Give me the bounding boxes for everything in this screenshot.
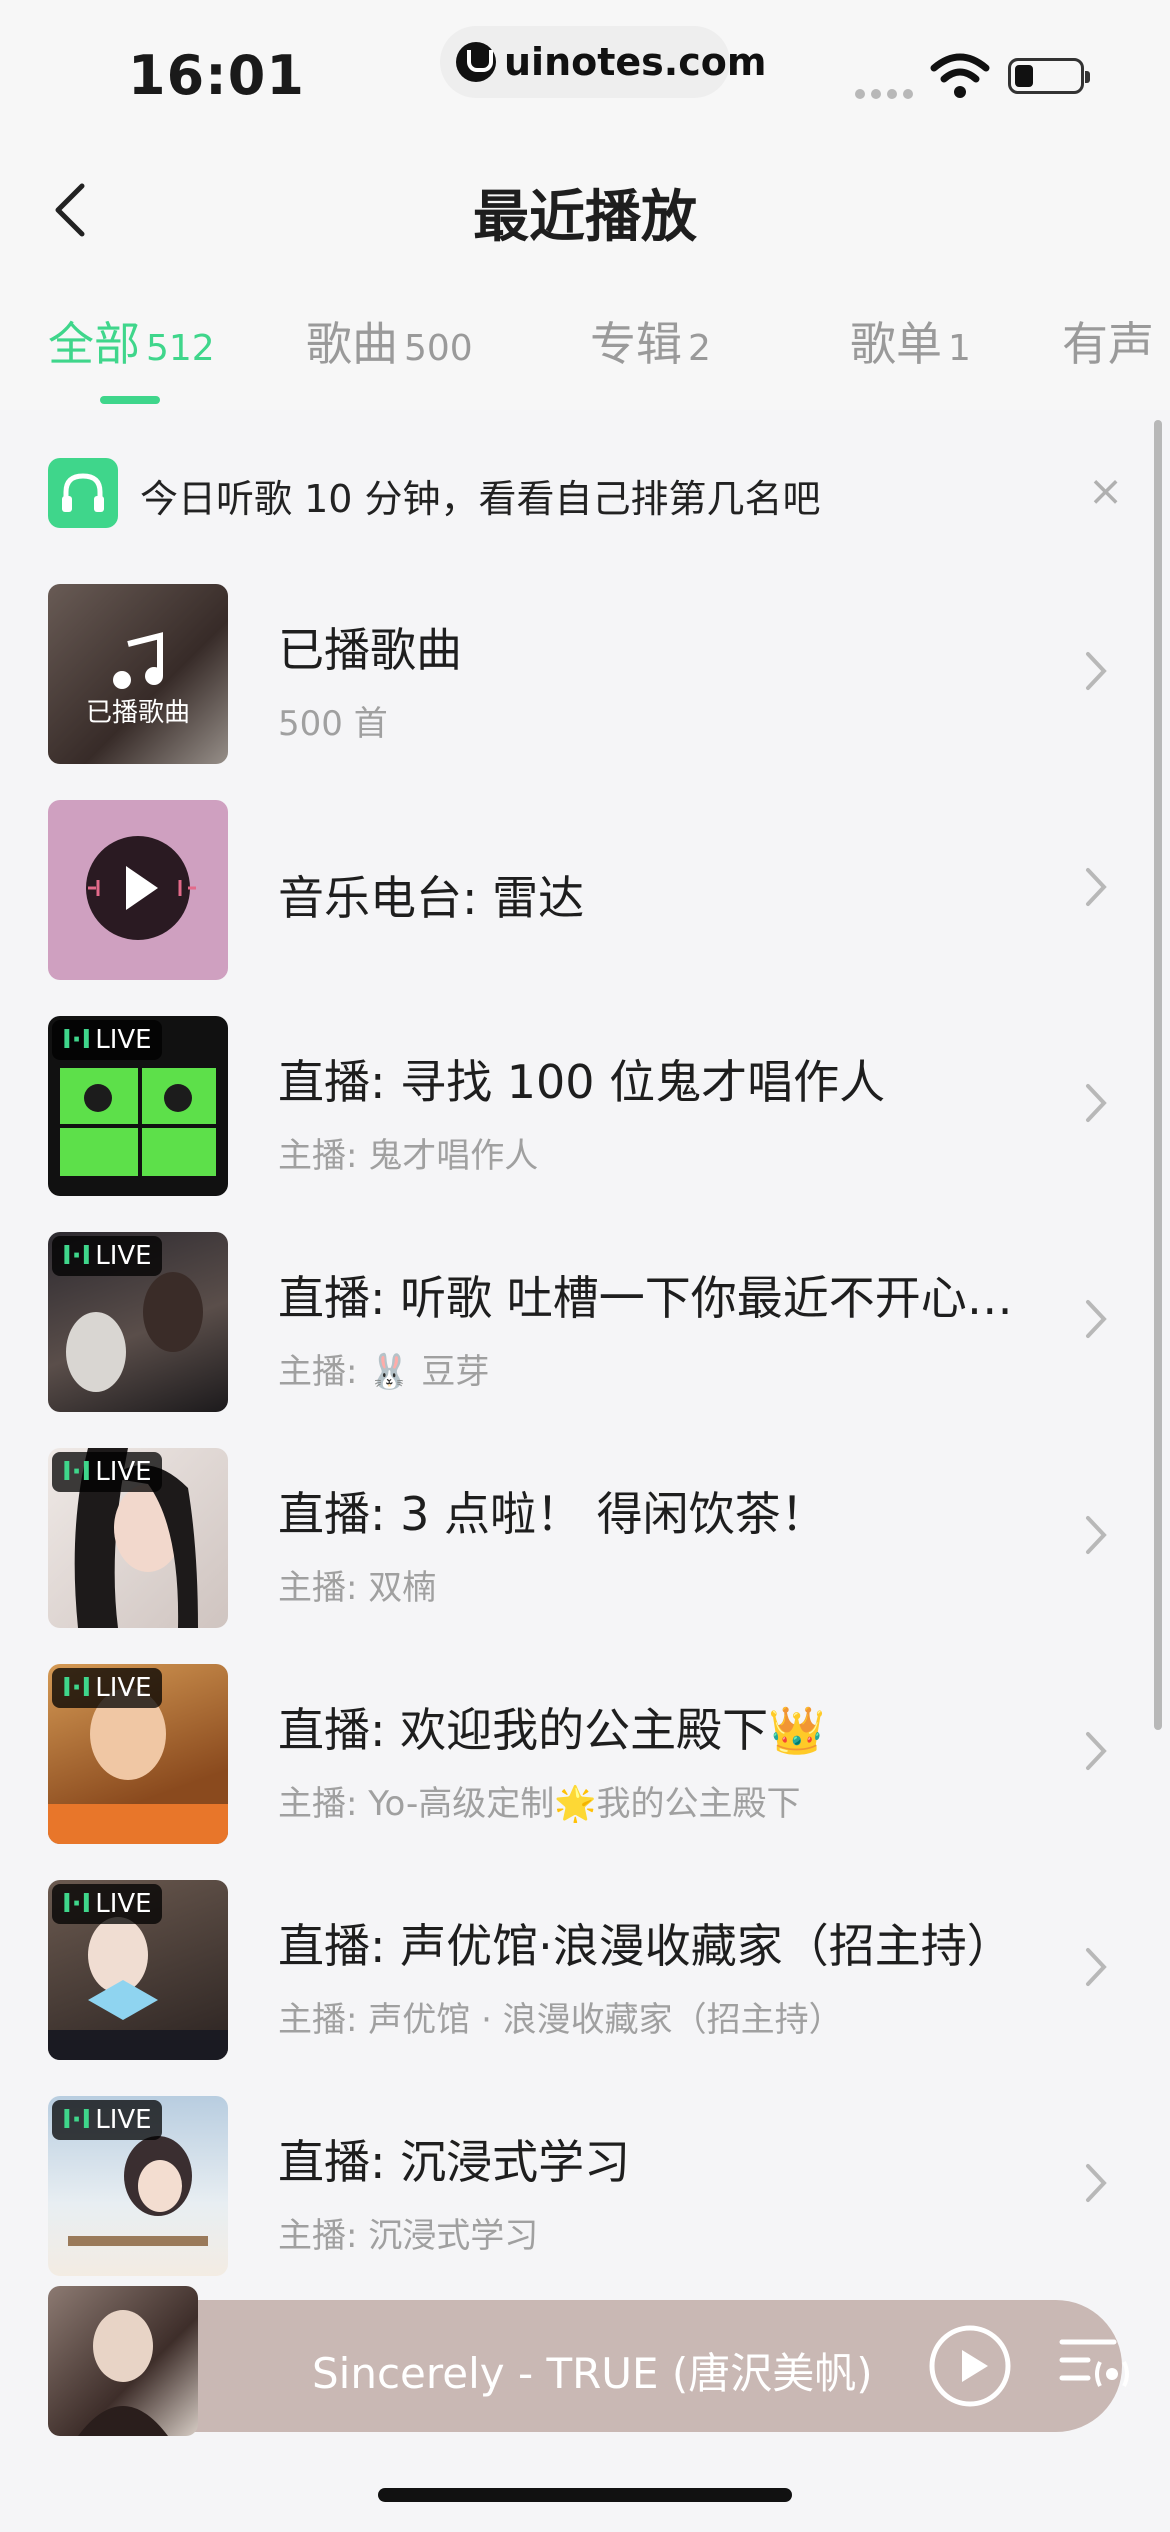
list-item[interactable]: I·I LIVE 直播: 听歌 吐槽一下你最近不开心… 主播: 🐰 豆芽 xyxy=(48,1232,1128,1412)
live-badge-text: LIVE xyxy=(95,1673,152,1703)
live-cover: I·I LIVE xyxy=(48,1448,228,1628)
live-badge: I·I LIVE xyxy=(52,1236,162,1276)
chevron-right-icon xyxy=(1086,1732,1107,1770)
play-icon[interactable] xyxy=(928,2324,1012,2408)
live-badge-text: LIVE xyxy=(95,2105,152,2135)
live-badge-text: LIVE xyxy=(95,1025,152,1055)
live-badge: I·I LIVE xyxy=(52,1020,162,1060)
cover-label: 已播歌曲 xyxy=(85,698,190,728)
playlist-queue-icon[interactable] xyxy=(1058,2330,1134,2402)
list-item-subtitle: 主播: 🐰 豆芽 xyxy=(278,1352,490,1392)
tab-count: 2 xyxy=(688,328,711,369)
home-indicator xyxy=(378,2488,792,2502)
tab-count: 500 xyxy=(404,328,473,369)
status-time: 16:01 xyxy=(128,44,305,107)
chevron-right-icon xyxy=(1086,1516,1107,1554)
live-badge: I·I LIVE xyxy=(52,1452,162,1492)
list-item-title: 音乐电台: 雷达 xyxy=(278,871,585,925)
live-badge: I·I LIVE xyxy=(52,1884,162,1924)
player-bar[interactable]: Sincerely - TRUE (唐沢美帆) xyxy=(108,2300,1129,2432)
url-text: uinotes.com xyxy=(504,40,767,84)
live-badge-text: LIVE xyxy=(95,1889,152,1919)
battery-icon xyxy=(1008,58,1090,94)
list-item-subtitle: 主播: 沉浸式学习 xyxy=(278,2216,539,2256)
list-item-title: 直播: 沉浸式学习 xyxy=(278,2135,631,2189)
chevron-right-icon xyxy=(1086,1948,1107,1986)
list-item-subtitle: 主播: 鬼才唱作人 xyxy=(278,1136,539,1176)
list-item-title: 直播: 声优馆·浪漫收藏家（招主持） xyxy=(278,1919,1013,1973)
tab-label: 专辑 xyxy=(590,317,682,371)
list-item[interactable]: I·I LIVE 直播: 3 点啦！ 得闲饮茶！ 主播: 双楠 xyxy=(48,1448,1128,1628)
live-cover: I·I LIVE xyxy=(48,1664,228,1844)
chevron-right-icon xyxy=(1086,1300,1107,1338)
list-item-title: 已播歌曲 xyxy=(278,623,462,677)
live-badge: I·I LIVE xyxy=(52,2100,162,2140)
chevron-right-icon xyxy=(1086,868,1107,906)
list-item[interactable]: 音乐电台: 雷达 xyxy=(48,800,1128,980)
tab-bar: 全部 512 歌曲 500 专辑 2 歌单 1 有声 xyxy=(0,290,1170,410)
player-song-title: Sincerely - TRUE (唐沢美帆) xyxy=(312,2349,873,2398)
live-badge-text: LIVE xyxy=(95,1457,152,1487)
tab-indicator xyxy=(100,396,160,404)
scrollbar[interactable] xyxy=(1154,420,1162,1730)
played-songs-cover: 已播歌曲 xyxy=(48,584,228,764)
chevron-right-icon xyxy=(1086,2164,1107,2202)
tab-label: 歌单 xyxy=(850,317,942,371)
list-item-title: 直播: 3 点啦！ 得闲饮茶！ xyxy=(278,1487,827,1541)
tab-songs[interactable]: 歌曲 500 xyxy=(306,308,473,374)
list-item-subtitle: 主播: Yo-高级定制🌟我的公主殿下 xyxy=(278,1784,801,1824)
banner-text: 今日听歌 10 分钟，看看自己排第几名吧 xyxy=(140,477,821,521)
list-item-subtitle: 主播: 声优馆 · 浪漫收藏家（招主持） xyxy=(278,2000,843,2040)
nav-bar: 最近播放 xyxy=(0,130,1170,290)
tab-label: 歌曲 xyxy=(306,317,398,371)
url-pill[interactable]: uinotes.com xyxy=(440,26,766,98)
status-bar: 16:01 uinotes.com xyxy=(0,0,1170,130)
list-item[interactable]: I·I LIVE 直播: 沉浸式学习 主播: 沉浸式学习 xyxy=(48,2096,1128,2276)
list-item-title: 直播: 听歌 吐槽一下你最近不开心… xyxy=(278,1271,1013,1325)
recent-list: 今日听歌 10 分钟，看看自己排第几名吧 × 已播歌曲 已播歌曲 500 首 音… xyxy=(0,410,1170,2410)
list-item-subtitle: 500 首 xyxy=(278,704,388,744)
live-cover: I·I LIVE xyxy=(48,2096,228,2276)
mini-player[interactable]: Sincerely - TRUE (唐沢美帆) xyxy=(48,2286,1129,2436)
live-badge-text: LIVE xyxy=(95,1241,152,1271)
chevron-right-icon xyxy=(1086,1084,1107,1122)
tab-audio[interactable]: 有声 xyxy=(1062,308,1154,374)
list-item[interactable]: I·I LIVE 直播: 欢迎我的公主殿下👑 主播: Yo-高级定制🌟我的公主殿下 xyxy=(48,1664,1128,1844)
live-cover: I·I LIVE xyxy=(48,1016,228,1196)
headphones-icon xyxy=(48,458,118,528)
live-cover: I·I LIVE xyxy=(48,1880,228,2060)
close-icon[interactable]: × xyxy=(1088,466,1123,515)
tab-all[interactable]: 全部 512 xyxy=(48,308,215,374)
site-logo-icon xyxy=(456,42,496,82)
player-cover[interactable] xyxy=(48,2286,198,2436)
listening-banner[interactable]: 今日听歌 10 分钟，看看自己排第几名吧 × xyxy=(48,458,1128,530)
list-item-title: 直播: 欢迎我的公主殿下👑 xyxy=(278,1703,826,1757)
radio-cover xyxy=(48,800,228,980)
tab-label: 有声 xyxy=(1062,317,1154,371)
list-item[interactable]: I·I LIVE 直播: 寻找 100 位鬼才唱作人 主播: 鬼才唱作人 xyxy=(48,1016,1128,1196)
list-item[interactable]: I·I LIVE 直播: 声优馆·浪漫收藏家（招主持） 主播: 声优馆 · 浪漫收… xyxy=(48,1880,1128,2060)
tab-count: 1 xyxy=(948,328,971,369)
tab-albums[interactable]: 专辑 2 xyxy=(590,308,711,374)
list-item-subtitle: 主播: 双楠 xyxy=(278,1568,437,1608)
page-title: 最近播放 xyxy=(473,185,697,250)
tab-label: 全部 xyxy=(48,317,140,371)
list-item[interactable]: 已播歌曲 已播歌曲 500 首 xyxy=(48,584,1128,764)
list-item-title: 直播: 寻找 100 位鬼才唱作人 xyxy=(278,1055,886,1109)
tab-playlists[interactable]: 歌单 1 xyxy=(850,308,971,374)
signal-icon xyxy=(855,84,919,103)
wifi-icon xyxy=(930,53,990,98)
tab-count: 512 xyxy=(146,328,215,369)
chevron-right-icon xyxy=(1086,652,1107,690)
live-badge: I·I LIVE xyxy=(52,1668,162,1708)
live-cover: I·I LIVE xyxy=(48,1232,228,1412)
